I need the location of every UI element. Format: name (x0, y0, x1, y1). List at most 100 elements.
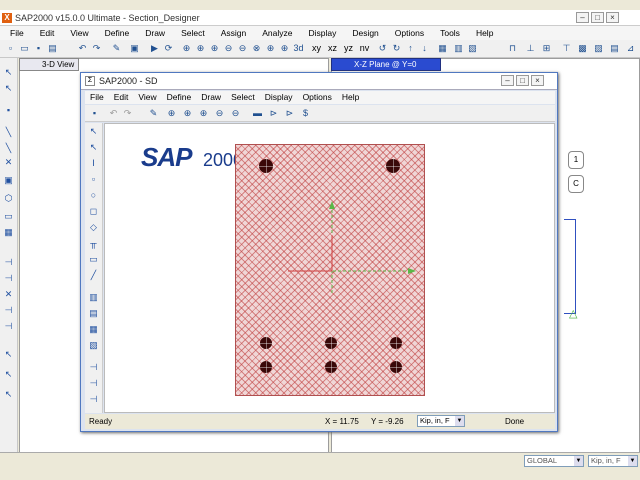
sd-reshape-icon[interactable]: ↖ (87, 141, 100, 154)
rebar-bottom-right[interactable] (390, 361, 402, 373)
pencil-icon[interactable]: ✎ (110, 42, 123, 55)
xz-view-tab[interactable]: X-Z Plane @ Y=0 (331, 58, 441, 71)
support-icon-2[interactable]: ⊣ (2, 272, 15, 285)
sd-draw-bar-line-icon[interactable]: ╱ (87, 269, 100, 282)
section-icon[interactable]: ▤ (608, 42, 621, 55)
sd-zoom-in-icon[interactable]: ⊕ (197, 107, 210, 120)
xz-view-button[interactable]: xz (326, 42, 339, 55)
sd-menu-options[interactable]: Options (298, 91, 337, 104)
clr-select-icon[interactable]: ↖ (2, 388, 15, 401)
tree-icon[interactable]: ⊤ (560, 42, 573, 55)
draw-area-icon[interactable]: ▣ (2, 174, 15, 187)
sd-moment-icon[interactable]: ⊳ (283, 107, 296, 120)
rotate-icon-2[interactable]: ↻ (390, 42, 403, 55)
minimize-icon[interactable]: – (576, 12, 589, 23)
sd-snap-icon[interactable]: ⊣ (87, 361, 100, 374)
draw-joint-icon[interactable]: ▪ (2, 104, 15, 117)
rebar-top-left[interactable] (259, 159, 273, 173)
support-icon-3[interactable]: ✕ (2, 288, 15, 301)
down-arrow-icon[interactable]: ↓ (418, 42, 431, 55)
menu-display[interactable]: Display (298, 26, 342, 40)
draw-poly-icon[interactable]: ⬡ (2, 192, 15, 205)
maximize-icon[interactable]: □ (516, 75, 529, 86)
concrete-section-shape[interactable] (235, 144, 425, 396)
sd-menu-view[interactable]: View (133, 91, 161, 104)
sd-pencil-icon[interactable]: ✎ (147, 107, 160, 120)
minimize-icon[interactable]: – (501, 75, 514, 86)
sd-save-icon[interactable]: ▪ (88, 107, 101, 120)
print-icon[interactable]: ▤ (46, 42, 59, 55)
lock-icon[interactable]: ▣ (128, 42, 141, 55)
draw-cable-icon[interactable]: ╲ (2, 142, 15, 155)
sd-pointer-icon[interactable]: ↖ (87, 125, 100, 138)
reshape-icon[interactable]: ↖ (2, 82, 15, 95)
chart-icon[interactable]: ▥ (452, 42, 465, 55)
rotate-icon[interactable]: ↺ (376, 42, 389, 55)
sd-draw-bar-icon[interactable]: ▭ (87, 253, 100, 266)
rebar-mid-center[interactable] (325, 337, 337, 349)
sd-interaction-icon[interactable]: ⊳ (267, 107, 280, 120)
ps-select-icon[interactable]: ↖ (2, 368, 15, 381)
menu-analyze[interactable]: Analyze (252, 26, 298, 40)
menu-draw[interactable]: Draw (135, 26, 171, 40)
sd-menu-help[interactable]: Help (337, 91, 364, 104)
frame-icon[interactable]: ⊓ (506, 42, 519, 55)
menu-define[interactable]: Define (95, 26, 136, 40)
zoom-out-icon[interactable]: ⊖ (222, 42, 235, 55)
close-icon[interactable]: × (531, 75, 544, 86)
sd-draw-circle-icon[interactable]: ○ (87, 189, 100, 202)
frame-element[interactable] (564, 219, 576, 314)
sd-dollar-icon[interactable]: $ (299, 107, 312, 120)
xy-view-button[interactable]: xy (310, 42, 323, 55)
joint-icon[interactable]: ⊥ (524, 42, 537, 55)
3d-view-tab[interactable]: 3-D View (19, 58, 79, 71)
menu-tools[interactable]: Tools (430, 26, 466, 40)
close-icon[interactable]: × (606, 12, 619, 23)
maximize-icon[interactable]: □ (591, 12, 604, 23)
sd-undo-icon[interactable]: ↶ (107, 107, 120, 120)
sd-draw-i-icon[interactable]: I (87, 157, 100, 170)
zoom-rubber-icon[interactable]: ⊕ (180, 42, 193, 55)
menu-view[interactable]: View (60, 26, 94, 40)
support-icon-5[interactable]: ⊣ (2, 320, 15, 333)
sd-draw-poly-icon[interactable]: ◇ (87, 221, 100, 234)
sd-rebar-icon[interactable]: ▤ (87, 307, 100, 320)
sd-zoom-rubber-icon[interactable]: ⊕ (165, 107, 178, 120)
zoom-prev-icon[interactable]: ⊖ (236, 42, 249, 55)
menu-select[interactable]: Select (171, 26, 211, 40)
save-icon[interactable]: ▪ (32, 42, 45, 55)
sd-menu-draw[interactable]: Draw (196, 91, 226, 104)
sd-snap-icon-2[interactable]: ⊣ (87, 377, 100, 390)
3d-view-button[interactable]: 3d (292, 42, 305, 55)
undo-icon[interactable]: ↶ (76, 42, 89, 55)
menu-options[interactable]: Options (385, 26, 430, 40)
sd-draw-shape-icon[interactable]: ◻ (87, 205, 100, 218)
support-triangle-icon[interactable]: △ (569, 307, 577, 320)
sd-drawing-canvas[interactable]: SAP 2000 (104, 123, 555, 413)
sd-draw-rect-icon[interactable]: ▫ (87, 173, 100, 186)
sd-rebar-icon-2[interactable]: ▦ (87, 323, 100, 336)
up-arrow-icon[interactable]: ↑ (404, 42, 417, 55)
sd-units-dropdown[interactable]: Kip, in, F ▼ (417, 415, 465, 427)
display-icon[interactable]: ▦ (436, 42, 449, 55)
draw-brace-icon[interactable]: ✕ (2, 156, 15, 169)
zoom-full-icon[interactable]: ⊕ (194, 42, 207, 55)
menu-help[interactable]: Help (466, 26, 499, 40)
sd-menu-display[interactable]: Display (260, 91, 298, 104)
sd-draw-line-icon[interactable]: ╥ (87, 237, 100, 250)
sd-menu-select[interactable]: Select (226, 91, 260, 104)
zoom-icon[interactable]: ⊕ (264, 42, 277, 55)
menu-edit[interactable]: Edit (30, 26, 61, 40)
sd-redo-icon[interactable]: ↷ (121, 107, 134, 120)
draw-rect-icon[interactable]: ▭ (2, 210, 15, 223)
pointer-icon[interactable]: ↖ (2, 66, 15, 79)
sd-snap-icon-3[interactable]: ⊣ (87, 393, 100, 406)
design-icon[interactable]: ▧ (466, 42, 479, 55)
nv-view-button[interactable]: nv (358, 42, 371, 55)
refresh-icon[interactable]: ⟳ (162, 42, 175, 55)
tendon-icon[interactable]: ⊿ (624, 42, 637, 55)
sd-zoom-prev-icon[interactable]: ⊖ (229, 107, 242, 120)
new-model-icon[interactable]: ▫ (4, 42, 17, 55)
sd-zoom-full-icon[interactable]: ⊕ (181, 107, 194, 120)
menu-design[interactable]: Design (342, 26, 384, 40)
